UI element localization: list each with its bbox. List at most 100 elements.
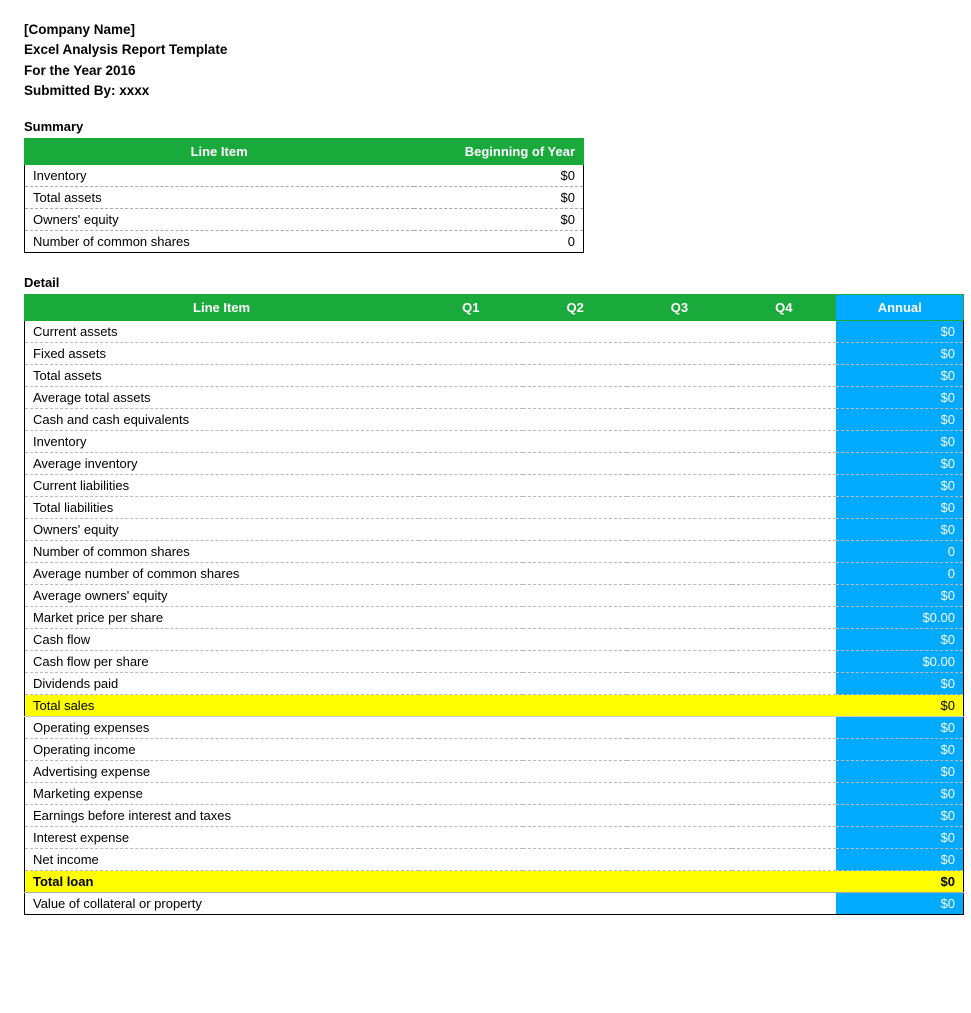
detail-row-label: Total sales bbox=[25, 695, 419, 717]
detail-row-label: Total assets bbox=[25, 365, 419, 387]
detail-row-q2 bbox=[523, 365, 627, 387]
submitted-by: Submitted By: xxxx bbox=[24, 81, 947, 101]
detail-row-q1 bbox=[419, 673, 523, 695]
detail-row-q4 bbox=[732, 519, 836, 541]
detail-row-q1 bbox=[419, 563, 523, 585]
detail-row: Interest expense $0 bbox=[25, 827, 964, 849]
summary-row-label: Owners' equity bbox=[25, 209, 414, 231]
detail-row-q1 bbox=[419, 387, 523, 409]
detail-row-q1 bbox=[419, 409, 523, 431]
detail-row-q1 bbox=[419, 321, 523, 343]
detail-row-q2 bbox=[523, 629, 627, 651]
detail-row-q2 bbox=[523, 849, 627, 871]
company-name: [Company Name] bbox=[24, 20, 947, 40]
detail-row: Current assets $0 bbox=[25, 321, 964, 343]
detail-row: Number of common shares 0 bbox=[25, 541, 964, 563]
detail-row-q3 bbox=[627, 849, 731, 871]
detail-row-q3 bbox=[627, 871, 731, 893]
detail-row-q2 bbox=[523, 475, 627, 497]
detail-row-q3 bbox=[627, 805, 731, 827]
detail-row-q1 bbox=[419, 805, 523, 827]
detail-row-annual: $0 bbox=[836, 409, 964, 431]
summary-col-beginning: Beginning of Year bbox=[414, 139, 584, 165]
detail-row-label: Total loan bbox=[25, 871, 419, 893]
detail-col-annual: Annual bbox=[836, 295, 964, 321]
detail-row-q1 bbox=[419, 343, 523, 365]
detail-row-q1 bbox=[419, 629, 523, 651]
detail-row-q4 bbox=[732, 849, 836, 871]
detail-row-label: Advertising expense bbox=[25, 761, 419, 783]
detail-row-q2 bbox=[523, 387, 627, 409]
report-title: Excel Analysis Report Template bbox=[24, 40, 947, 60]
detail-row: Operating expenses $0 bbox=[25, 717, 964, 739]
summary-row-value: $0 bbox=[414, 187, 584, 209]
detail-row-q2 bbox=[523, 563, 627, 585]
detail-row-q2 bbox=[523, 893, 627, 915]
detail-row-label: Value of collateral or property bbox=[25, 893, 419, 915]
detail-col-q4: Q4 bbox=[732, 295, 836, 321]
detail-row-q3 bbox=[627, 651, 731, 673]
detail-row-q2 bbox=[523, 761, 627, 783]
detail-row-q4 bbox=[732, 409, 836, 431]
detail-row: Cash flow per share $0.00 bbox=[25, 651, 964, 673]
detail-row-q1 bbox=[419, 871, 523, 893]
detail-row: Average owners' equity $0 bbox=[25, 585, 964, 607]
detail-row-q4 bbox=[732, 585, 836, 607]
detail-row-annual: $0 bbox=[836, 739, 964, 761]
detail-row-q2 bbox=[523, 409, 627, 431]
detail-row-label: Number of common shares bbox=[25, 541, 419, 563]
summary-row-label: Number of common shares bbox=[25, 231, 414, 253]
detail-row-q2 bbox=[523, 453, 627, 475]
detail-row-annual: $0 bbox=[836, 761, 964, 783]
detail-row-q1 bbox=[419, 849, 523, 871]
detail-row-q4 bbox=[732, 563, 836, 585]
detail-row-q3 bbox=[627, 365, 731, 387]
detail-row-q4 bbox=[732, 541, 836, 563]
detail-row-annual: $0 bbox=[836, 431, 964, 453]
detail-row-q3 bbox=[627, 409, 731, 431]
detail-row-label: Inventory bbox=[25, 431, 419, 453]
detail-row-q4 bbox=[732, 827, 836, 849]
detail-row-q4 bbox=[732, 673, 836, 695]
detail-row-annual: $0 bbox=[836, 871, 964, 893]
detail-row: Inventory $0 bbox=[25, 431, 964, 453]
detail-row-annual: $0 bbox=[836, 343, 964, 365]
detail-row-q1 bbox=[419, 519, 523, 541]
detail-row-q4 bbox=[732, 343, 836, 365]
detail-row-annual: $0 bbox=[836, 387, 964, 409]
summary-row: Inventory $0 bbox=[25, 165, 584, 187]
detail-row: Owners' equity $0 bbox=[25, 519, 964, 541]
detail-row-q3 bbox=[627, 893, 731, 915]
detail-table: Line Item Q1 Q2 Q3 Q4 Annual Current ass… bbox=[24, 294, 964, 915]
detail-row-annual: $0 bbox=[836, 519, 964, 541]
detail-row-annual: $0 bbox=[836, 695, 964, 717]
detail-row: Fixed assets $0 bbox=[25, 343, 964, 365]
summary-row-label: Inventory bbox=[25, 165, 414, 187]
detail-row-q4 bbox=[732, 805, 836, 827]
detail-row-q1 bbox=[419, 453, 523, 475]
detail-row-annual: $0 bbox=[836, 365, 964, 387]
detail-label: Detail bbox=[24, 275, 947, 290]
detail-row-q1 bbox=[419, 607, 523, 629]
detail-row-q3 bbox=[627, 695, 731, 717]
detail-row-q2 bbox=[523, 673, 627, 695]
summary-row-value: 0 bbox=[414, 231, 584, 253]
detail-row-q4 bbox=[732, 761, 836, 783]
detail-row-q2 bbox=[523, 871, 627, 893]
detail-row-q1 bbox=[419, 365, 523, 387]
detail-row-q3 bbox=[627, 827, 731, 849]
detail-row-q2 bbox=[523, 343, 627, 365]
detail-row-q3 bbox=[627, 343, 731, 365]
detail-row-q1 bbox=[419, 761, 523, 783]
detail-row-q2 bbox=[523, 805, 627, 827]
detail-row-q2 bbox=[523, 783, 627, 805]
detail-row: Operating income $0 bbox=[25, 739, 964, 761]
detail-row-label: Earnings before interest and taxes bbox=[25, 805, 419, 827]
detail-row-q1 bbox=[419, 783, 523, 805]
summary-row-value: $0 bbox=[414, 209, 584, 231]
detail-row-q2 bbox=[523, 541, 627, 563]
detail-row-q2 bbox=[523, 607, 627, 629]
summary-label: Summary bbox=[24, 119, 947, 134]
detail-row-q4 bbox=[732, 475, 836, 497]
detail-row-q3 bbox=[627, 629, 731, 651]
